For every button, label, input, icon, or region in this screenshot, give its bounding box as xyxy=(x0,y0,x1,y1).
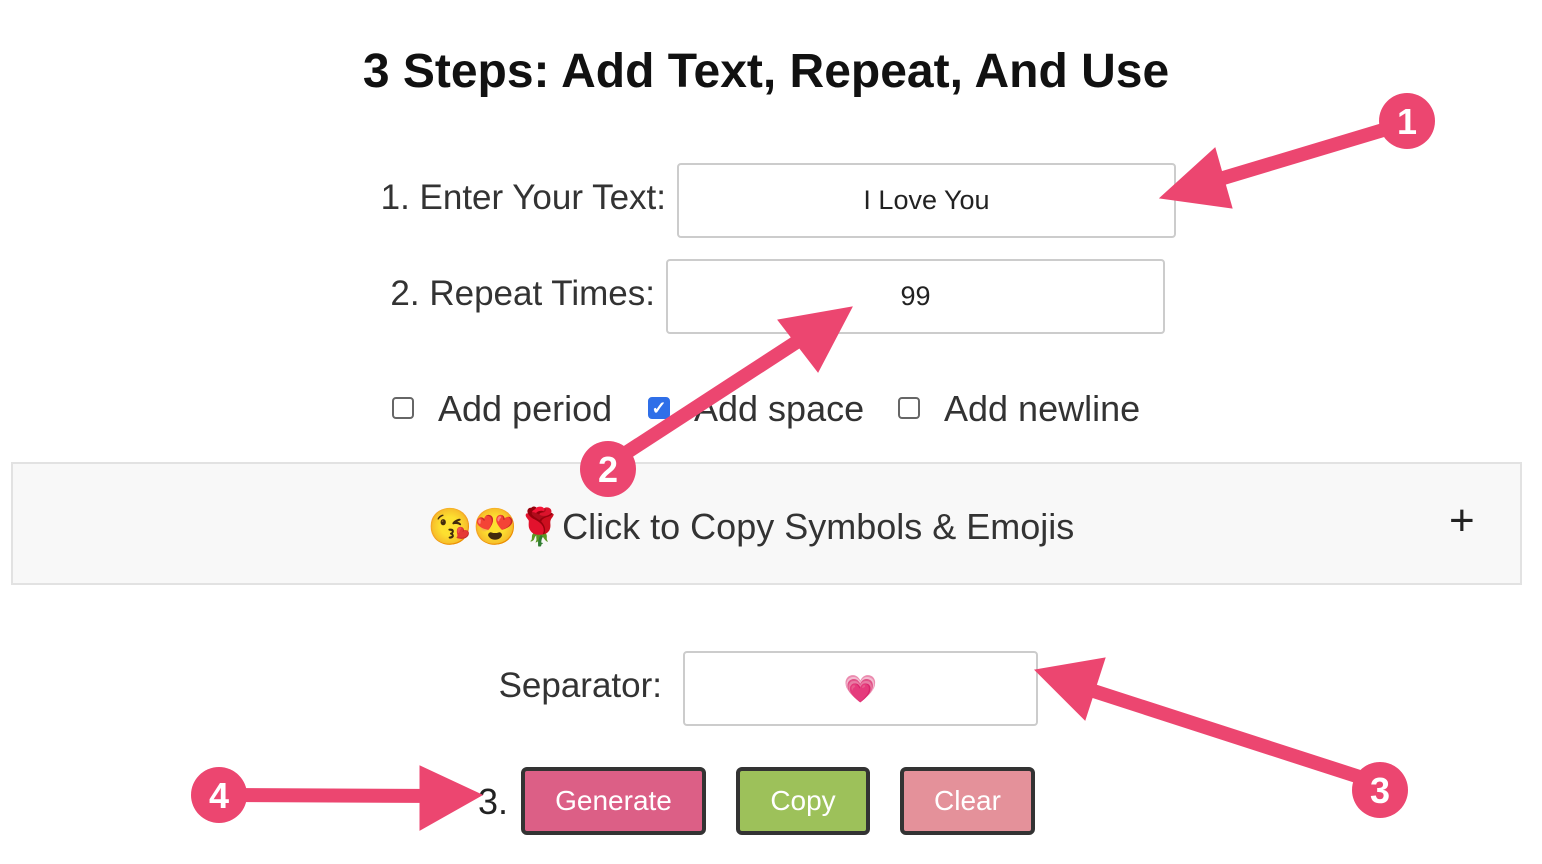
annotation-number-4: 4 xyxy=(209,775,229,816)
annotation-overlay: 1 2 3 4 xyxy=(191,93,1435,831)
arrow-1-head xyxy=(1158,147,1233,209)
arrow-2-shaft xyxy=(608,324,819,468)
arrow-4-shaft xyxy=(229,788,441,803)
arrow-3-shaft xyxy=(1072,678,1378,789)
arrow-1-shaft xyxy=(1197,118,1403,192)
arrow-3-head xyxy=(1033,657,1106,721)
annotation-number-1: 1 xyxy=(1397,101,1417,142)
annotation-number-3: 3 xyxy=(1370,770,1390,811)
arrow-4-head xyxy=(419,765,484,831)
annotation-number-2: 2 xyxy=(598,449,618,490)
